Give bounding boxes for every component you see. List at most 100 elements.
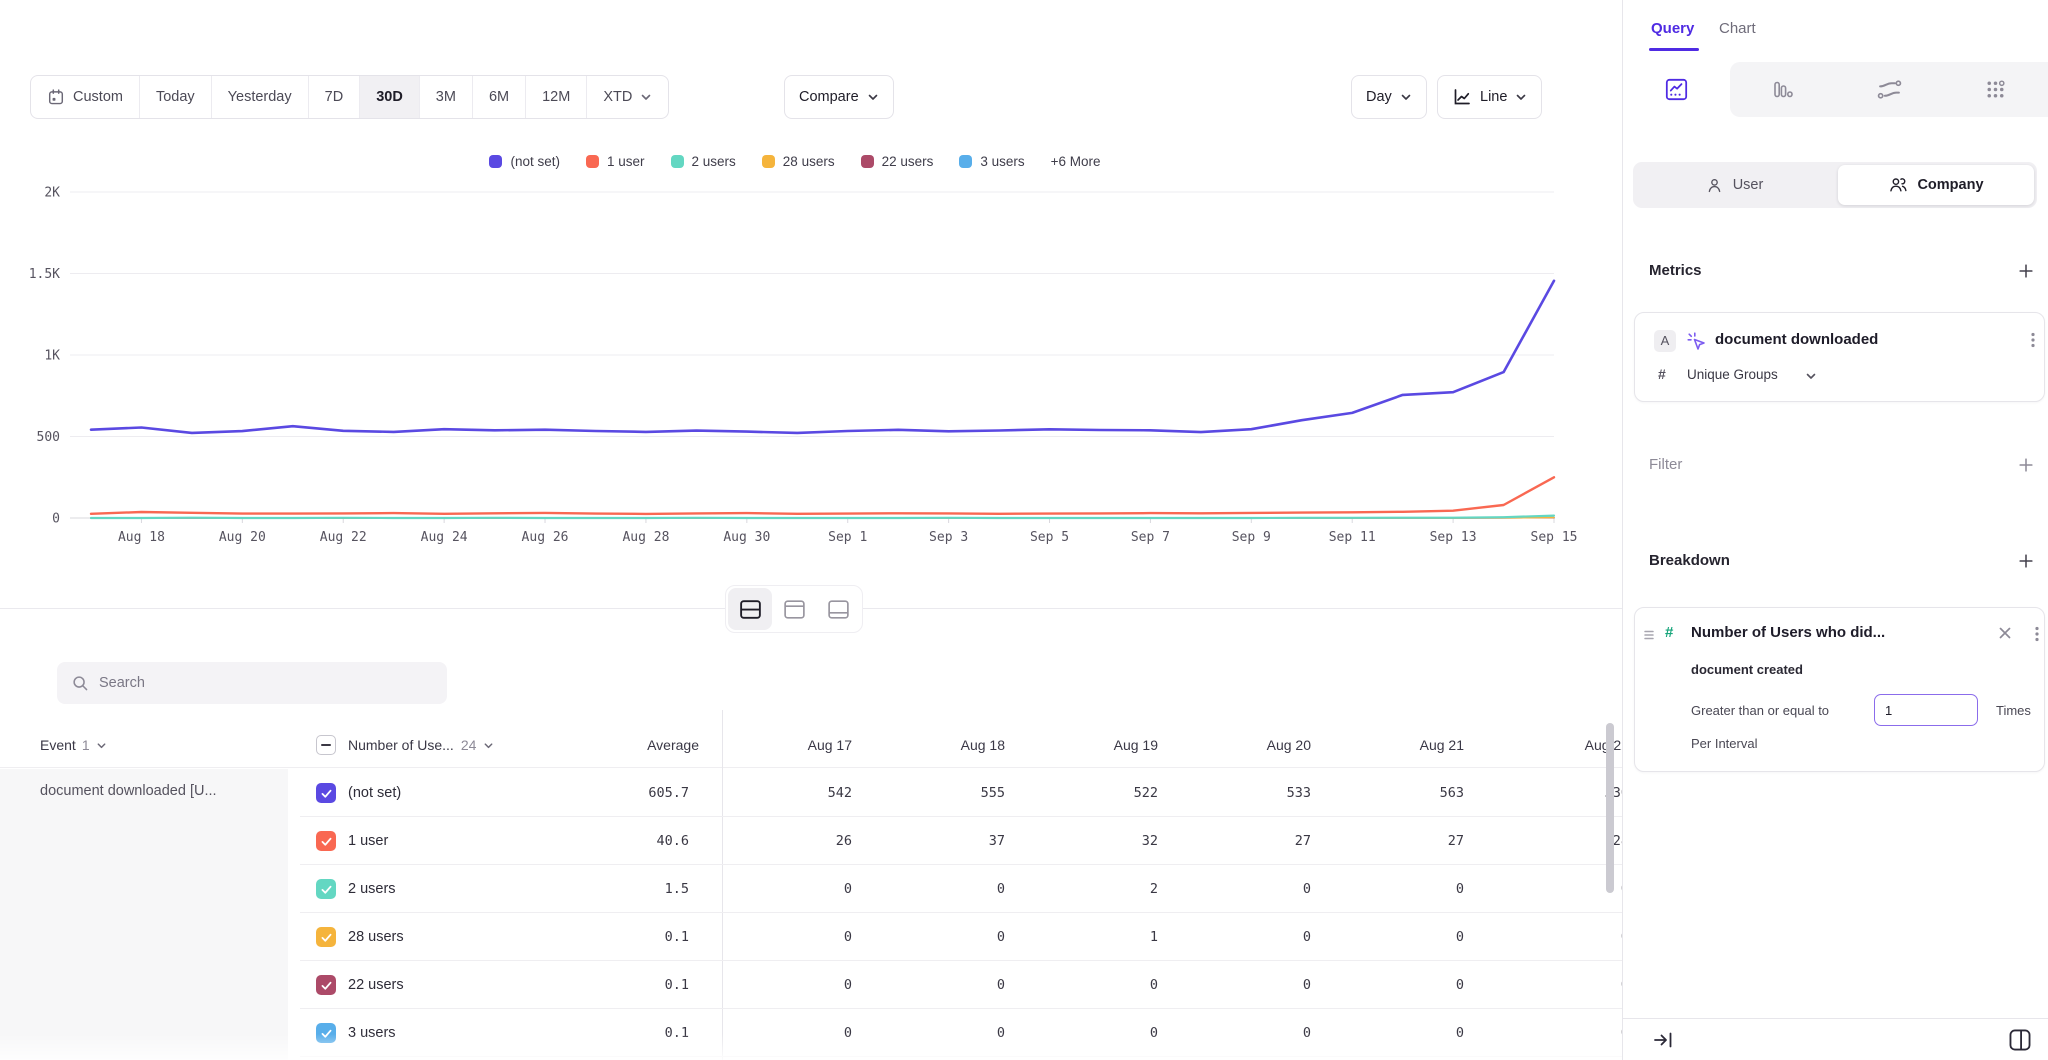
check-icon bbox=[320, 835, 333, 848]
breakdown-hash-icon: # bbox=[1665, 624, 1673, 641]
drag-handle-icon[interactable] bbox=[1641, 627, 1657, 643]
x-axis-label: Sep 3 bbox=[929, 530, 968, 545]
day-value: 0 bbox=[742, 913, 852, 961]
day-value: 0 bbox=[1519, 1009, 1622, 1057]
row-checkbox[interactable] bbox=[316, 783, 336, 803]
search-input[interactable] bbox=[99, 675, 399, 691]
chevron-down-icon bbox=[483, 740, 494, 751]
query-sidebar: Query Chart bbox=[1622, 0, 2048, 1060]
select-all-checkbox[interactable] bbox=[316, 735, 336, 755]
day-value: 0 bbox=[895, 961, 1005, 1009]
chart-type-grid-tab[interactable] bbox=[1943, 62, 2048, 117]
range-12m[interactable]: 12M bbox=[526, 76, 587, 118]
table-row: (not set)605.7542555522533563530 bbox=[300, 769, 1622, 817]
table-header-row: Event 1 Number of Use... 24 Average Aug … bbox=[0, 722, 1622, 768]
add-metric-button[interactable] bbox=[2017, 262, 2037, 282]
layout-split-button[interactable] bbox=[728, 588, 772, 630]
x-axis-label: Aug 24 bbox=[421, 530, 468, 545]
day-value: 0 bbox=[742, 1009, 852, 1057]
measure-hash-icon: # bbox=[1658, 366, 1666, 382]
x-axis-label: Aug 26 bbox=[522, 530, 569, 545]
condition-value-input[interactable] bbox=[1874, 694, 1978, 726]
row-checkbox[interactable] bbox=[316, 831, 336, 851]
chart-type-bar-tab[interactable] bbox=[1730, 62, 1837, 117]
chart-type-line-tab[interactable] bbox=[1623, 62, 1730, 117]
day-value: 0 bbox=[1519, 913, 1622, 961]
interval-dropdown[interactable]: Day bbox=[1351, 75, 1427, 119]
series-line-2-users bbox=[91, 516, 1554, 518]
chevron-down-icon bbox=[867, 91, 879, 103]
day-value: 26 bbox=[742, 817, 852, 865]
kebab-menu-icon[interactable] bbox=[2025, 331, 2041, 349]
interval-label: Day bbox=[1366, 89, 1392, 105]
layout-chart-only-button[interactable] bbox=[772, 588, 816, 630]
measure-dropdown[interactable]: Unique Groups bbox=[1687, 367, 1778, 382]
breakdown-title[interactable]: Number of Users who did... bbox=[1691, 624, 1885, 641]
x-axis-label: Aug 20 bbox=[219, 530, 266, 545]
y-axis-label: 1K bbox=[44, 349, 60, 364]
condition-label: Greater than or equal to bbox=[1691, 703, 1829, 718]
breakdown-heading: Breakdown bbox=[1649, 552, 1730, 569]
range-3m[interactable]: 3M bbox=[420, 76, 473, 118]
event-group-cell[interactable]: document downloaded [U... bbox=[0, 769, 288, 1060]
table-vertical-scrollbar[interactable] bbox=[1606, 723, 1614, 893]
sidebar-tabs: Query Chart bbox=[1623, 0, 2048, 62]
tab-chart[interactable]: Chart bbox=[1719, 20, 1756, 37]
range-6m[interactable]: 6M bbox=[473, 76, 526, 118]
split-view-icon bbox=[738, 598, 763, 621]
search-icon bbox=[71, 674, 89, 692]
day-value: 0 bbox=[1201, 865, 1311, 913]
row-checkbox[interactable] bbox=[316, 879, 336, 899]
breakdown-event-name[interactable]: document created bbox=[1691, 662, 1803, 677]
check-icon bbox=[320, 883, 333, 896]
layout-toggle-group bbox=[725, 585, 863, 633]
chart-type-flow-tab[interactable] bbox=[1836, 62, 1943, 117]
x-axis-label: Aug 18 bbox=[118, 530, 165, 545]
breakdown-card[interactable]: # Number of Users who did... document cr… bbox=[1634, 607, 2045, 772]
compare-button[interactable]: Compare bbox=[784, 75, 894, 119]
metric-letter-badge: A bbox=[1654, 330, 1676, 352]
range-custom[interactable]: Custom bbox=[31, 76, 140, 118]
range-today[interactable]: Today bbox=[140, 76, 212, 118]
event-column-header[interactable]: Event 1 bbox=[40, 722, 107, 768]
row-checkbox[interactable] bbox=[316, 927, 336, 947]
search-box bbox=[57, 662, 447, 704]
range-7d[interactable]: 7D bbox=[309, 76, 361, 118]
metric-event-name[interactable]: document downloaded bbox=[1715, 331, 1878, 348]
bar-chart-icon bbox=[1770, 78, 1796, 102]
metric-card[interactable]: A document downloaded # Unique Groups bbox=[1634, 312, 2045, 402]
x-axis-label: Sep 5 bbox=[1030, 530, 1069, 545]
scope-user-option[interactable]: User bbox=[1636, 165, 1832, 205]
day-value: 533 bbox=[1201, 769, 1311, 817]
average-value: 0.1 bbox=[579, 913, 689, 961]
table-row: 2 users1.5002000 bbox=[300, 865, 1622, 913]
layout-table-only-button[interactable] bbox=[816, 588, 860, 630]
scope-user-label: User bbox=[1733, 177, 1764, 193]
close-icon[interactable] bbox=[1997, 625, 2013, 641]
add-breakdown-button[interactable] bbox=[2017, 552, 2037, 572]
date-column-header: Aug 19 bbox=[1048, 722, 1158, 768]
row-checkbox[interactable] bbox=[316, 1023, 336, 1043]
day-value: 0 bbox=[1201, 1009, 1311, 1057]
range-xtd[interactable]: XTD bbox=[587, 76, 668, 118]
range-30d[interactable]: 30D bbox=[360, 76, 420, 118]
tab-query[interactable]: Query bbox=[1651, 20, 1694, 37]
add-filter-button[interactable] bbox=[2017, 456, 2037, 476]
day-value: 0 bbox=[1201, 961, 1311, 1009]
compare-label: Compare bbox=[799, 89, 859, 105]
check-icon bbox=[320, 787, 333, 800]
row-checkbox[interactable] bbox=[316, 975, 336, 995]
series-column-header[interactable]: Number of Use... 24 bbox=[348, 722, 494, 768]
x-axis-label: Aug 30 bbox=[723, 530, 770, 545]
scope-company-option[interactable]: Company bbox=[1838, 165, 2034, 205]
chart-type-dropdown[interactable]: Line bbox=[1437, 75, 1542, 119]
collapse-panel-icon[interactable] bbox=[1651, 1028, 1675, 1052]
kebab-menu-icon[interactable] bbox=[2029, 625, 2045, 643]
y-axis-label: 1.5K bbox=[29, 267, 60, 282]
y-axis-label: 2K bbox=[44, 186, 60, 201]
series-label: (not set) bbox=[348, 769, 401, 817]
event-spark-icon bbox=[1686, 331, 1707, 352]
range-yesterday[interactable]: Yesterday bbox=[212, 76, 309, 118]
toggle-panel-icon[interactable] bbox=[2007, 1027, 2033, 1053]
y-axis-label: 500 bbox=[37, 430, 60, 445]
